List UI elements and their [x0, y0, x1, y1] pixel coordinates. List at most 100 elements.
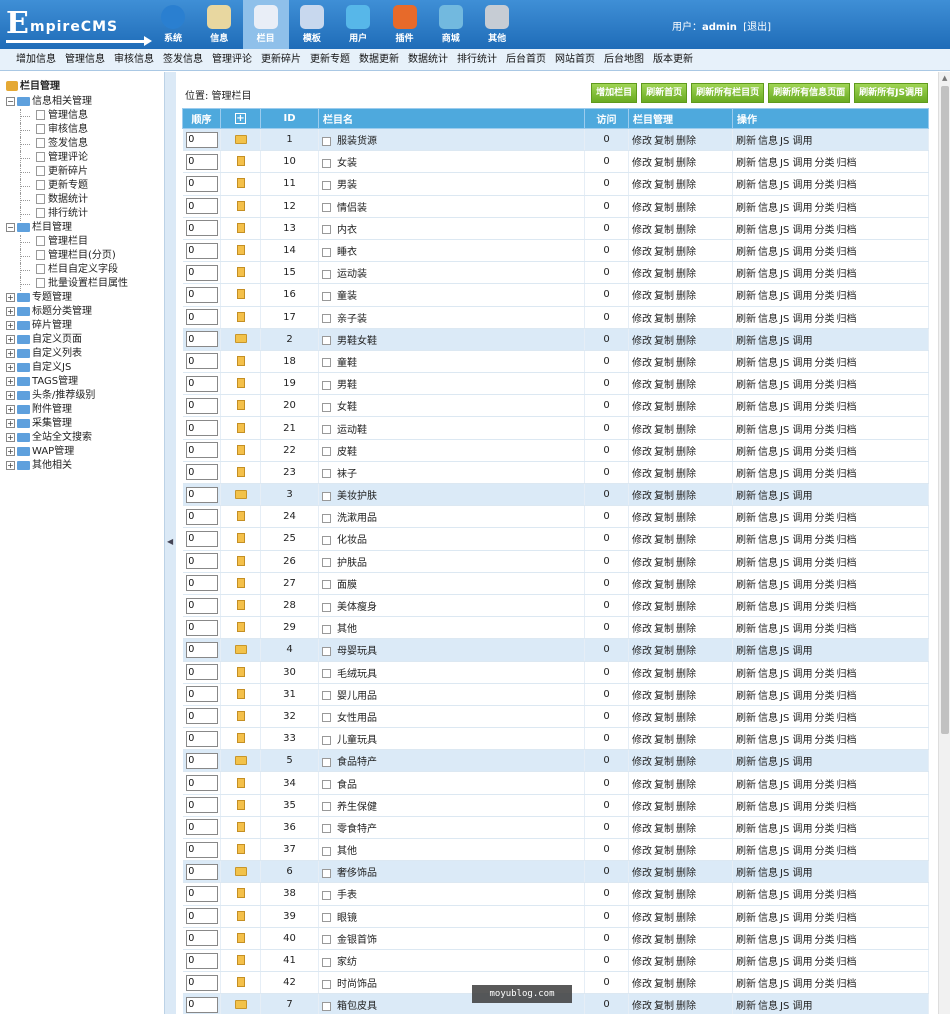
op-link-3[interactable]: 分类	[814, 558, 834, 569]
manage-link-0[interactable]: 修改	[632, 247, 652, 258]
sidebar-item-g2-2[interactable]: 栏目自定义字段	[6, 263, 164, 277]
manage-link-2[interactable]: 删除	[676, 447, 696, 458]
topnav-item-2[interactable]: 栏目	[242, 0, 289, 49]
topnav-item-1[interactable]: 信息	[196, 0, 242, 49]
order-input[interactable]	[185, 597, 218, 614]
op-link-3[interactable]: 分类	[814, 846, 834, 857]
order-input[interactable]	[185, 708, 218, 725]
order-input[interactable]	[185, 908, 218, 925]
row-checkbox[interactable]	[322, 669, 331, 679]
row-checkbox[interactable]	[322, 469, 331, 479]
order-input[interactable]	[185, 508, 218, 525]
manage-link-0[interactable]: 修改	[632, 269, 652, 280]
manage-link-1[interactable]: 复制	[654, 802, 674, 813]
row-checkbox[interactable]	[322, 380, 331, 390]
action-button-0[interactable]: 增加栏目	[591, 83, 638, 103]
manage-link-0[interactable]: 修改	[632, 358, 652, 369]
subnav-item-6[interactable]: 更新专题	[310, 49, 350, 71]
manage-link-2[interactable]: 删除	[676, 491, 696, 502]
op-link-0[interactable]: 刷新	[736, 713, 756, 724]
row-checkbox[interactable]	[322, 935, 331, 945]
op-link-4[interactable]: 归档	[836, 780, 856, 791]
row-checkbox[interactable]	[322, 691, 331, 701]
op-link-0[interactable]: 刷新	[736, 314, 756, 325]
op-link-0[interactable]: 刷新	[736, 646, 756, 657]
manage-link-0[interactable]: 修改	[632, 735, 652, 746]
manage-link-0[interactable]: 修改	[632, 336, 652, 347]
plus-icon[interactable]: +	[6, 446, 15, 456]
op-link-0[interactable]: 刷新	[736, 203, 756, 214]
manage-link-2[interactable]: 删除	[676, 580, 696, 591]
op-link-0[interactable]: 刷新	[736, 269, 756, 280]
manage-link-2[interactable]: 删除	[676, 136, 696, 147]
manage-link-2[interactable]: 删除	[676, 425, 696, 436]
op-link-1[interactable]: 信息	[758, 358, 778, 369]
op-link-4[interactable]: 归档	[836, 291, 856, 302]
column-name[interactable]: 食品	[337, 780, 357, 791]
op-link-2[interactable]: JS 调用	[780, 180, 812, 191]
logout-link[interactable]: [退出]	[743, 22, 771, 33]
op-link-0[interactable]: 刷新	[736, 469, 756, 480]
op-link-1[interactable]: 信息	[758, 846, 778, 857]
op-link-2[interactable]: JS 调用	[780, 513, 812, 524]
row-checkbox[interactable]	[322, 824, 331, 834]
manage-link-2[interactable]: 删除	[676, 203, 696, 214]
plus-icon[interactable]: +	[6, 432, 15, 442]
plus-icon[interactable]: +	[6, 334, 15, 344]
row-checkbox[interactable]	[322, 336, 331, 346]
order-input[interactable]	[185, 420, 218, 437]
manage-link-1[interactable]: 复制	[654, 979, 674, 990]
row-checkbox[interactable]	[322, 868, 331, 878]
row-checkbox[interactable]	[322, 1001, 331, 1011]
op-link-1[interactable]: 信息	[758, 935, 778, 946]
op-link-1[interactable]: 信息	[758, 757, 778, 768]
manage-link-1[interactable]: 复制	[654, 602, 674, 613]
op-link-4[interactable]: 归档	[836, 669, 856, 680]
order-input[interactable]	[185, 353, 218, 370]
sidebar-item-g1-7[interactable]: 排行统计	[6, 207, 164, 221]
manage-link-0[interactable]: 修改	[632, 314, 652, 325]
row-checkbox[interactable]	[322, 802, 331, 812]
column-name[interactable]: 童装	[337, 291, 357, 302]
column-name[interactable]: 其他	[337, 624, 357, 635]
column-name[interactable]: 零食特产	[337, 824, 377, 835]
column-name[interactable]: 其他	[337, 846, 357, 857]
row-checkbox[interactable]	[322, 713, 331, 723]
op-link-0[interactable]: 刷新	[736, 580, 756, 591]
plus-icon[interactable]: +	[6, 418, 15, 428]
manage-link-2[interactable]: 删除	[676, 1001, 696, 1012]
op-link-4[interactable]: 归档	[836, 314, 856, 325]
op-link-3[interactable]: 分类	[814, 802, 834, 813]
order-input[interactable]	[185, 797, 218, 814]
op-link-3[interactable]: 分类	[814, 535, 834, 546]
op-link-2[interactable]: JS 调用	[780, 336, 812, 347]
manage-link-1[interactable]: 复制	[654, 624, 674, 635]
minus-icon[interactable]: −	[6, 222, 15, 232]
column-name[interactable]: 亲子装	[337, 314, 367, 325]
order-input[interactable]	[185, 175, 218, 192]
manage-link-1[interactable]: 复制	[654, 247, 674, 258]
manage-link-0[interactable]: 修改	[632, 180, 652, 191]
order-input[interactable]	[185, 131, 218, 148]
manage-link-0[interactable]: 修改	[632, 203, 652, 214]
manage-link-1[interactable]: 复制	[654, 780, 674, 791]
plus-icon[interactable]: +	[6, 404, 15, 414]
manage-link-1[interactable]: 复制	[654, 336, 674, 347]
op-link-2[interactable]: JS 调用	[780, 358, 812, 369]
manage-link-1[interactable]: 复制	[654, 158, 674, 169]
manage-link-1[interactable]: 复制	[654, 669, 674, 680]
manage-link-0[interactable]: 修改	[632, 935, 652, 946]
op-link-2[interactable]: JS 调用	[780, 425, 812, 436]
manage-link-2[interactable]: 删除	[676, 291, 696, 302]
op-link-4[interactable]: 归档	[836, 802, 856, 813]
op-link-3[interactable]: 分类	[814, 513, 834, 524]
op-link-3[interactable]: 分类	[814, 824, 834, 835]
manage-link-0[interactable]: 修改	[632, 646, 652, 657]
op-link-4[interactable]: 归档	[836, 913, 856, 924]
sidebar-item-g1-6[interactable]: 数据统计	[6, 193, 164, 207]
manage-link-2[interactable]: 删除	[676, 180, 696, 191]
op-link-0[interactable]: 刷新	[736, 247, 756, 258]
order-input[interactable]	[185, 375, 218, 392]
manage-link-2[interactable]: 删除	[676, 868, 696, 879]
op-link-1[interactable]: 信息	[758, 824, 778, 835]
